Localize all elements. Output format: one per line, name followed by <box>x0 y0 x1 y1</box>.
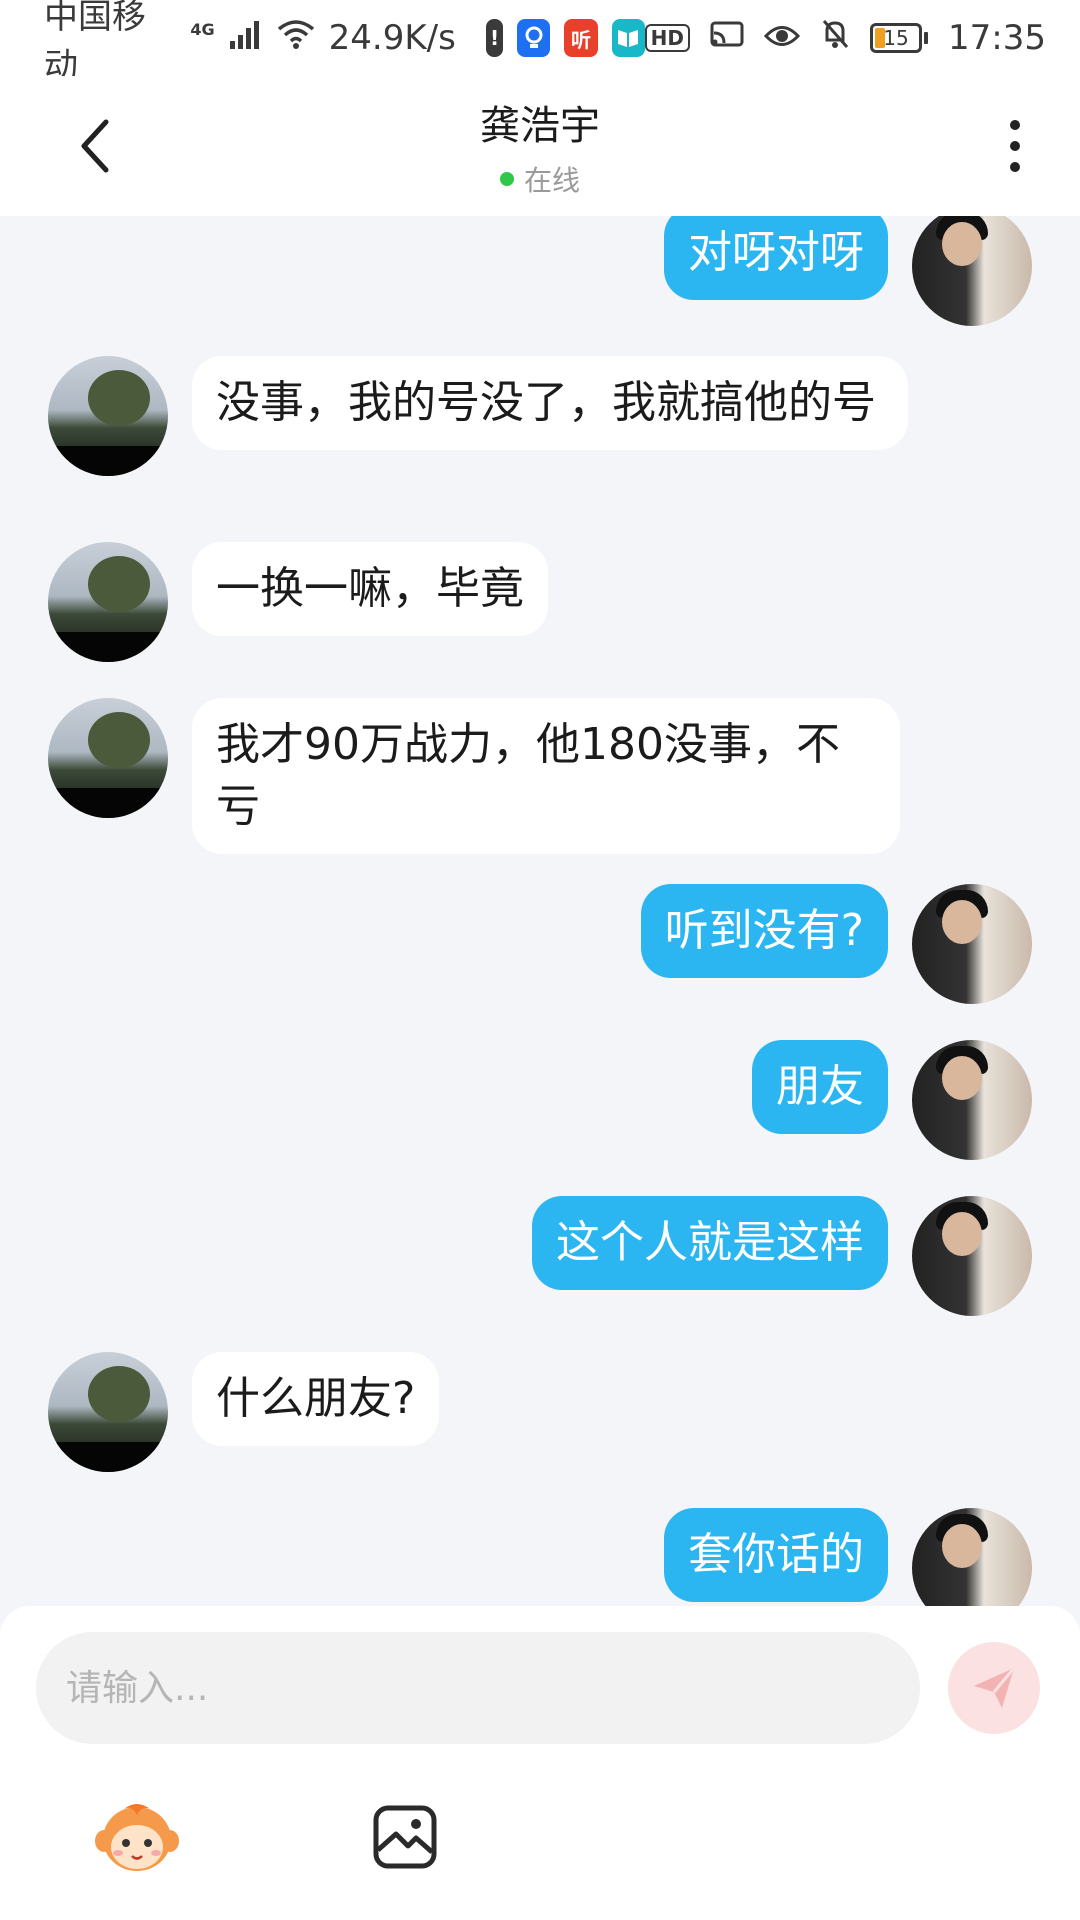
cast-icon <box>710 18 744 58</box>
chevron-left-icon <box>81 119 109 173</box>
composer <box>0 1606 1080 1920</box>
chat-header: 龚浩宇 在线 <box>0 76 1080 216</box>
message-bubble[interactable]: 套你话的 <box>664 1508 888 1602</box>
message-row-contact: 我才90万战力，他180没事，不亏 <box>48 698 900 854</box>
image-icon <box>373 1805 437 1869</box>
my-avatar[interactable] <box>912 1196 1032 1316</box>
contact-avatar[interactable] <box>48 698 168 818</box>
emoji-button[interactable] <box>92 1792 182 1882</box>
battery-icon: 15 <box>870 23 929 53</box>
wifi-icon <box>277 18 315 58</box>
message-row-mine: 朋友 <box>752 1040 1032 1160</box>
bulb-app-icon <box>517 19 551 57</box>
listen-app-icon: 听 <box>564 19 598 57</box>
message-row-mine: 套你话的 <box>664 1508 1032 1606</box>
contact-name: 龚浩宇 <box>480 103 600 149</box>
paper-plane-icon <box>974 1667 1016 1708</box>
monkey-face-icon <box>95 1804 179 1871</box>
contact-avatar[interactable] <box>48 1352 168 1472</box>
message-bubble[interactable]: 这个人就是这样 <box>532 1196 888 1290</box>
message-bubble[interactable]: 没事，我的号没了，我就搞他的号 <box>192 356 908 450</box>
online-status-label: 在线 <box>523 164 580 197</box>
my-avatar[interactable] <box>912 1040 1032 1160</box>
message-row-contact: 没事，我的号没了，我就搞他的号 <box>48 356 908 476</box>
more-options-button[interactable] <box>990 114 1040 178</box>
book-app-icon <box>611 19 645 57</box>
mute-bell-icon <box>820 18 850 59</box>
message-list[interactable]: 对呀对呀 没事，我的号没了，我就搞他的号 一换一嘛，毕竟 我才90万战力，他18… <box>0 216 1080 1606</box>
message-row-mine: 对呀对呀 <box>664 216 1032 326</box>
carrier-label: 中国移动 <box>44 0 146 86</box>
status-bar: 中国移动 4G 24.9K/s ! 听 HD 15 17:35 <box>0 0 1080 86</box>
contact-avatar[interactable] <box>48 542 168 662</box>
online-dot-icon <box>499 172 514 186</box>
message-row-contact: 一换一嘛，毕竟 <box>48 542 548 662</box>
my-avatar[interactable] <box>912 1508 1032 1606</box>
hd-icon: HD <box>644 24 691 52</box>
message-row-mine: 这个人就是这样 <box>532 1196 1032 1316</box>
alert-notification-icon: ! <box>485 19 504 57</box>
message-bubble[interactable]: 对呀对呀 <box>664 216 888 300</box>
back-button[interactable] <box>70 116 120 176</box>
message-row-mine: 听到没有? <box>640 884 1032 1004</box>
more-dot-icon <box>1010 162 1020 172</box>
eye-icon <box>763 18 801 58</box>
message-input[interactable] <box>36 1632 920 1744</box>
image-button[interactable] <box>360 1792 450 1882</box>
network-label: 4G <box>190 19 215 39</box>
network-speed: 24.9K/s <box>328 18 456 58</box>
my-avatar[interactable] <box>912 216 1032 326</box>
send-button[interactable] <box>948 1642 1040 1734</box>
battery-level: 15 <box>883 26 909 50</box>
message-bubble[interactable]: 一换一嘛，毕竟 <box>192 542 548 636</box>
more-dot-icon <box>1010 120 1020 130</box>
signal-icon <box>229 18 263 58</box>
contact-info: 龚浩宇 在线 <box>480 93 600 199</box>
clock: 17:35 <box>948 18 1046 58</box>
more-dot-icon <box>1010 141 1020 151</box>
message-row-contact: 什么朋友? <box>48 1352 440 1472</box>
message-bubble[interactable]: 什么朋友? <box>192 1352 440 1446</box>
contact-avatar[interactable] <box>48 356 168 476</box>
my-avatar[interactable] <box>912 884 1032 1004</box>
message-bubble[interactable]: 我才90万战力，他180没事，不亏 <box>192 698 900 854</box>
message-bubble[interactable]: 朋友 <box>752 1040 888 1134</box>
message-bubble[interactable]: 听到没有? <box>640 884 888 978</box>
online-status: 在线 <box>480 159 600 199</box>
